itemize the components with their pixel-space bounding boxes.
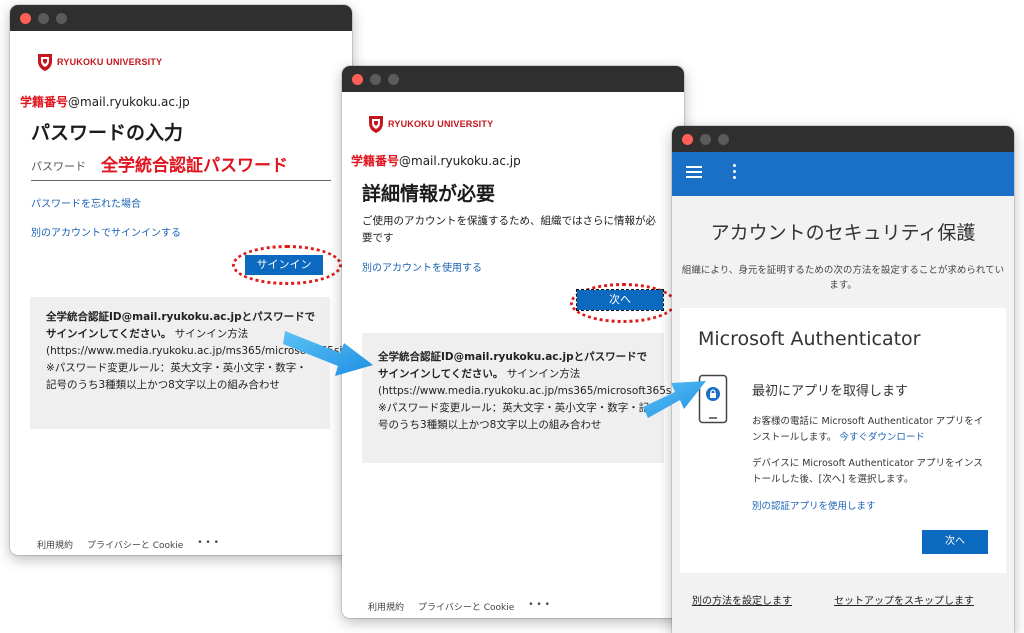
arrow-icon bbox=[643, 381, 706, 418]
flow-arrows bbox=[283, 331, 706, 418]
arrow-icon bbox=[283, 331, 373, 376]
